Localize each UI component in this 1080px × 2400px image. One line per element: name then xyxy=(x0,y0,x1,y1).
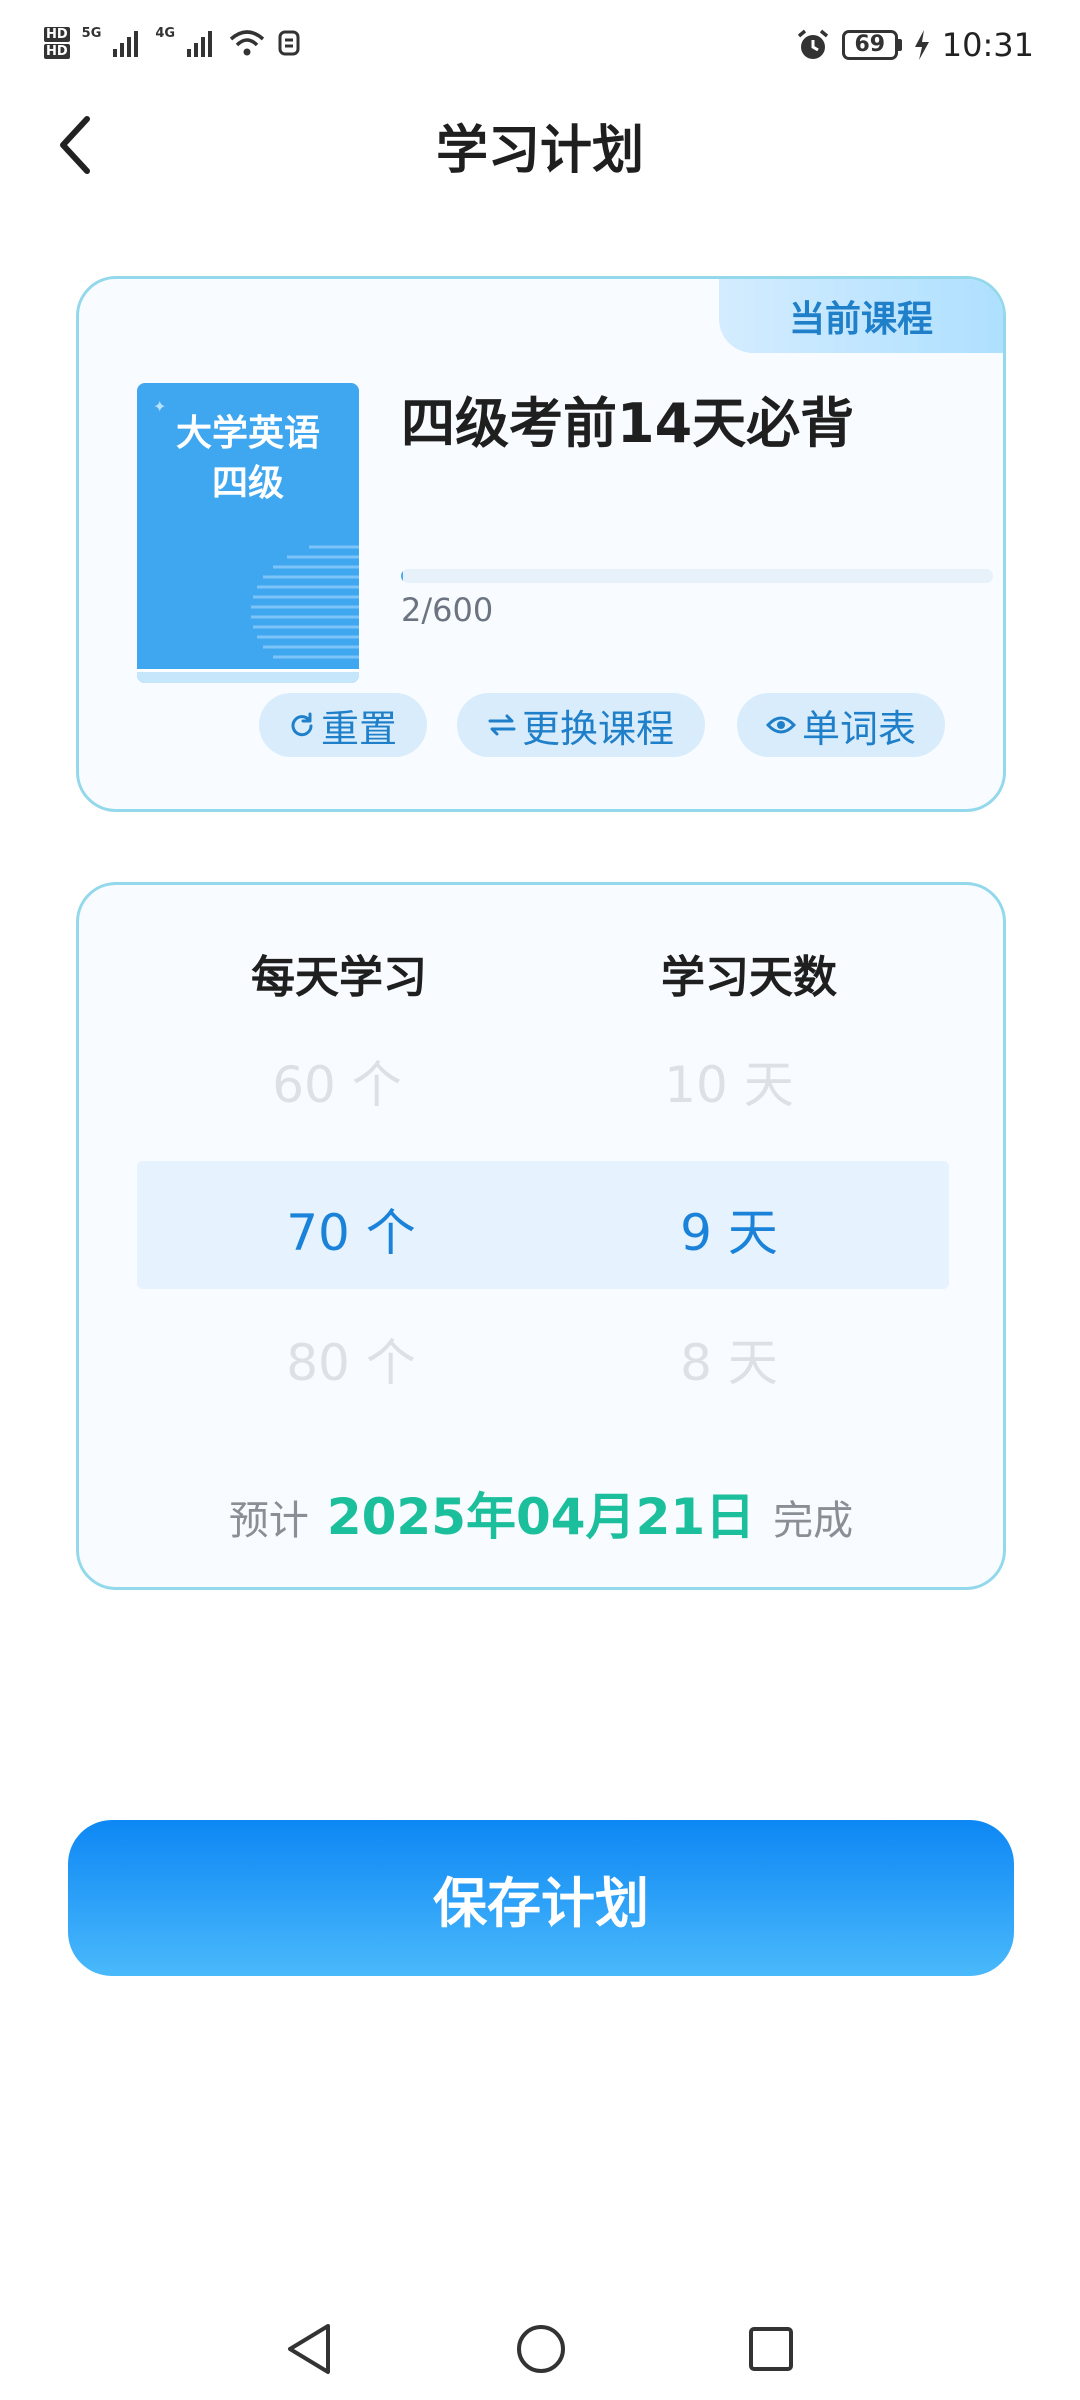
course-progress-text: 2/600 xyxy=(401,591,494,629)
course-actions: 重置 更换课程 单词表 xyxy=(79,693,1003,757)
swap-icon xyxy=(488,714,516,736)
nfc-icon xyxy=(278,30,300,56)
save-plan-button[interactable]: 保存计划 xyxy=(68,1820,1014,1976)
status-right: 69 10:31 xyxy=(796,26,1034,64)
nav-back-button[interactable] xyxy=(274,2314,344,2384)
wifi-icon xyxy=(229,30,265,56)
eye-icon xyxy=(765,716,796,734)
current-course-card: 当前课程 ✦ 大学英语 四级 四级考前14天必背 2/600 重置 更换课程 单… xyxy=(76,276,1006,812)
system-nav-bar xyxy=(0,2300,1080,2400)
charging-icon xyxy=(914,30,929,60)
hd-indicator: HD HD xyxy=(44,26,70,60)
days-option[interactable]: 8 天 xyxy=(579,1323,879,1395)
alarm-icon xyxy=(797,29,828,59)
estimated-completion: 预计 2025年04月21日 完成 xyxy=(79,1477,1003,1549)
course-progress-bar xyxy=(401,569,993,583)
nav-home-button[interactable] xyxy=(506,2314,576,2384)
course-name: 四级考前14天必背 xyxy=(401,392,855,455)
status-time: 10:31 xyxy=(941,26,1034,64)
daily-words-header: 每天学习 xyxy=(251,952,427,1003)
app-header: 学习计划 xyxy=(0,100,1080,190)
reset-button-label: 重置 xyxy=(320,706,397,751)
word-list-button[interactable]: 单词表 xyxy=(737,693,945,757)
battery-indicator: 69 xyxy=(841,30,902,60)
book-cover-title-line1: 大学英语 xyxy=(175,413,320,454)
signal-icon xyxy=(113,31,139,57)
signal-icon-2 xyxy=(187,31,213,57)
refresh-icon xyxy=(291,712,313,737)
battery-level: 69 xyxy=(841,30,898,60)
nav-recents-icon xyxy=(749,2327,793,2371)
network-5g-label: 5G xyxy=(81,26,102,41)
estimate-prefix: 预计 xyxy=(228,1498,309,1544)
change-course-button-label: 更换课程 xyxy=(521,706,674,751)
book-cover-title-line2: 四级 xyxy=(211,463,284,504)
nav-back-icon xyxy=(288,2324,330,2374)
daily-option-selected[interactable]: 70 个 xyxy=(201,1193,501,1265)
word-list-button-label: 单词表 xyxy=(801,706,916,751)
estimate-suffix: 完成 xyxy=(773,1498,854,1544)
daily-option[interactable]: 80 个 xyxy=(201,1323,501,1395)
status-bar: HD HD 5G 4G 69 10:31 xyxy=(0,0,1080,100)
days-option[interactable]: 10 天 xyxy=(579,1045,879,1117)
hd-label-1: HD xyxy=(44,27,70,42)
change-course-button[interactable]: 更换课程 xyxy=(457,693,705,757)
study-days-header: 学习天数 xyxy=(661,952,837,1003)
page-title: 学习计划 xyxy=(435,121,644,181)
status-left: HD HD 5G 4G xyxy=(44,26,301,60)
days-option-selected[interactable]: 9 天 xyxy=(579,1193,879,1265)
book-cover[interactable]: ✦ 大学英语 四级 xyxy=(137,383,359,683)
daily-option[interactable]: 60 个 xyxy=(187,1045,487,1117)
nav-home-icon xyxy=(517,2325,565,2373)
book-cover-title: 大学英语 四级 xyxy=(137,409,359,509)
nav-recents-button[interactable] xyxy=(736,2314,806,2384)
network-4g-label: 4G xyxy=(155,26,176,41)
book-cover-decoration xyxy=(251,545,359,659)
plan-settings-card: 每天学习 学习天数 60 个 70 个 80 个 10 天 9 天 8 天 预计… xyxy=(76,882,1006,1590)
course-progress-fill xyxy=(401,569,403,583)
hd-label-2: HD xyxy=(44,44,70,59)
estimate-date: 2025年04月21日 xyxy=(326,1488,756,1546)
current-course-badge: 当前课程 xyxy=(719,279,1003,353)
reset-button[interactable]: 重置 xyxy=(259,693,427,757)
